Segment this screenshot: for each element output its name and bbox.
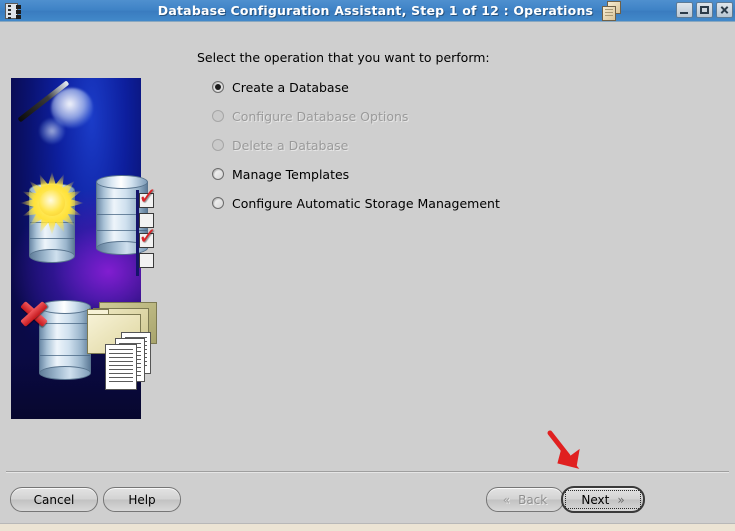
operation-radio-group: Create a Database Configure Database Opt…: [212, 77, 672, 222]
back-button: « Back: [486, 487, 564, 512]
radio-icon[interactable]: [212, 197, 224, 209]
status-strip: [0, 523, 735, 531]
minimize-button[interactable]: [676, 2, 693, 18]
content-area: ✓ ✓ Select the operation that you want t…: [0, 22, 735, 470]
window-controls: [676, 2, 733, 18]
star-burst-icon: [19, 170, 85, 236]
radio-label: Manage Templates: [232, 166, 350, 182]
page-title: Select the operation that you want to pe…: [197, 50, 490, 65]
document-stack-icon: [600, 1, 624, 22]
radio-icon: [212, 139, 224, 151]
radio-icon[interactable]: [212, 168, 224, 180]
dbca-window: Database Configuration Assistant, Step 1…: [0, 0, 735, 531]
focus-ring: [565, 490, 641, 509]
radio-icon[interactable]: [212, 81, 224, 93]
radio-option-manage-templates[interactable]: Manage Templates: [212, 164, 672, 184]
radio-label: Configure Database Options: [232, 108, 409, 124]
cancel-button-label: Cancel: [33, 492, 75, 507]
checklist-icon: ✓ ✓: [136, 186, 158, 276]
chevron-left-icon: «: [502, 492, 511, 507]
radio-option-configure-database-options: Configure Database Options: [212, 106, 672, 126]
database-wizard-illustration: [11, 78, 157, 419]
help-button[interactable]: Help: [103, 487, 181, 512]
title-bar: Database Configuration Assistant, Step 1…: [0, 0, 735, 22]
radio-option-configure-automatic-storage-management[interactable]: Configure Automatic Storage Management: [212, 193, 672, 213]
next-button[interactable]: Next »: [561, 486, 645, 513]
window-title: Database Configuration Assistant, Step 1…: [157, 3, 594, 18]
radio-option-delete-a-database: Delete a Database: [212, 135, 672, 155]
film-strip-icon: [2, 2, 22, 20]
cancel-button[interactable]: Cancel: [10, 487, 98, 512]
radio-label: Create a Database: [232, 79, 349, 95]
folder-stack-icon: [85, 296, 161, 396]
radio-label: Configure Automatic Storage Management: [232, 195, 500, 211]
red-x-icon: [17, 296, 51, 330]
help-button-label: Help: [128, 492, 156, 507]
radio-label: Delete a Database: [232, 137, 349, 153]
radio-icon: [212, 110, 224, 122]
close-button[interactable]: [716, 2, 733, 18]
maximize-button[interactable]: [696, 2, 713, 18]
radio-option-create-a-database[interactable]: Create a Database: [212, 77, 672, 97]
back-button-label: Back: [518, 492, 548, 507]
magic-wand-icon: [17, 80, 93, 154]
